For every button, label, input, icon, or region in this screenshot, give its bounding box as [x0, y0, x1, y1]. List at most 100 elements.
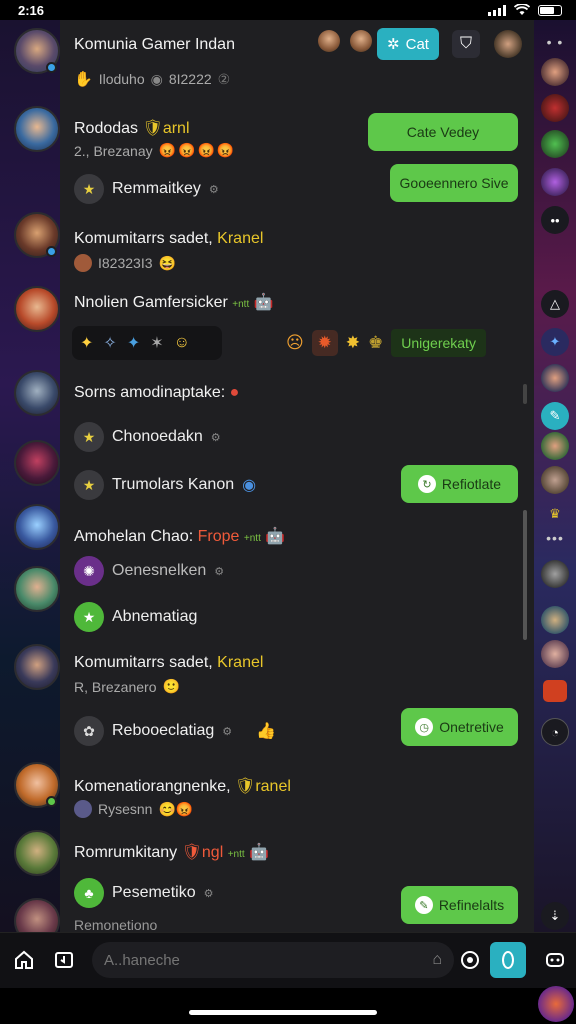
server-icon[interactable] — [541, 168, 569, 196]
more-icon[interactable]: • • — [541, 34, 569, 50]
emoji-reaction: 🤖 — [253, 294, 274, 311]
edit-icon[interactable]: ✎ — [541, 402, 569, 430]
chat-title[interactable]: Sorns amodinaptake: ● — [74, 384, 239, 402]
button-label: Refiotlate — [441, 476, 502, 492]
gooeennero-button[interactable]: Gooeennero Sive — [390, 164, 518, 202]
server-icon[interactable] — [541, 364, 569, 392]
avatar[interactable] — [14, 286, 60, 332]
chat-title[interactable]: Komenatiorangnenke, 🛡ranel — [74, 776, 291, 796]
fire-icon[interactable]: ✹ — [311, 330, 338, 356]
home-icon[interactable] — [10, 946, 38, 974]
chat-tag: 🛡arnl — [142, 120, 190, 137]
chat-title[interactable]: Amohelan Chao: Frope +ntt 🤖 — [74, 526, 285, 546]
list-item[interactable]: ♣ Pesemetiko ⚙ — [74, 878, 213, 908]
star-icon[interactable]: ✶ — [150, 333, 163, 353]
avatar[interactable] — [14, 370, 60, 416]
item-label: Rebooeclatiag — [112, 722, 215, 739]
sparkle-icon[interactable]: ✦ — [541, 328, 569, 356]
tag-label[interactable]: Unigerekaty — [391, 329, 486, 357]
chat-title[interactable]: Komumitarrs sadet, Kranel — [74, 230, 263, 248]
avatar[interactable] — [14, 440, 60, 486]
triangle-icon[interactable]: △ — [541, 290, 569, 318]
list-item[interactable]: ★ Chonoedakn ⚙ — [74, 422, 221, 452]
gamepad-icon[interactable]: ✦ — [80, 333, 93, 353]
list-item[interactable]: ★ Remmaitkey ⚙ — [74, 174, 219, 204]
item-label: Pesemetiko — [112, 884, 196, 901]
member-avatar[interactable] — [350, 30, 372, 52]
chat-title[interactable]: Komumitarrs sadet, Kranel — [74, 654, 263, 672]
clock-icon: ◷ — [415, 718, 434, 736]
status-bar: 2:16 — [0, 0, 576, 20]
chat-subtitle: Rysesnn 😊😡 — [74, 800, 193, 818]
emoji-reaction: 🤖 — [265, 528, 286, 545]
cat-button[interactable]: ✲ Cat — [377, 28, 439, 60]
server-icon[interactable] — [541, 94, 569, 122]
server-icon[interactable] — [541, 466, 569, 494]
emoji-icon[interactable] — [456, 946, 484, 974]
thumbs-up-icon: 👍 — [256, 723, 277, 740]
chat-name: Komumitarrs sadet, — [74, 230, 213, 247]
cat-button-label: Cat — [405, 35, 429, 53]
avatar[interactable] — [14, 830, 60, 876]
shield-icon[interactable]: ⛉ — [452, 30, 480, 58]
list-item[interactable]: ✺ Oenesnelken ⚙ — [74, 556, 224, 586]
trophy-icon[interactable]: ♛ — [541, 500, 569, 528]
home-indicator[interactable] — [189, 1010, 377, 1015]
angry-face-icon[interactable]: ☹ — [286, 333, 304, 353]
list-item[interactable]: ★ Trumolars Kanon ◉ — [74, 470, 256, 500]
refinelalts-button[interactable]: ✎ Refinelalts — [401, 886, 518, 924]
list-item[interactable]: ★ Abnematiag — [74, 602, 197, 632]
scroll-thumb-small[interactable] — [523, 384, 527, 404]
item-label: Remmaitkey — [112, 180, 201, 197]
chat-tag: Frope — [197, 528, 240, 545]
avatar[interactable] — [14, 504, 60, 550]
profile-icon[interactable] — [494, 30, 522, 58]
settings-icon[interactable]: ◔ — [541, 718, 569, 746]
avatar[interactable] — [14, 566, 60, 612]
puzzle-icon[interactable]: ✧ — [103, 333, 116, 353]
refiotlate-button[interactable]: ↻ Refiotlate — [401, 465, 518, 503]
chat-title[interactable]: Nnolien Gamfersicker +ntt 🤖 — [74, 292, 274, 312]
badge-icon: ② — [217, 70, 231, 87]
server-icon[interactable] — [541, 432, 569, 460]
gamepad-icon[interactable] — [541, 946, 569, 974]
sparkle-icon[interactable]: ✦ — [127, 333, 140, 353]
chat-title[interactable]: Romrumkitany 🛡ngl +ntt 🤖 — [74, 842, 269, 862]
profile-avatar[interactable] — [538, 986, 574, 1022]
smile-icon[interactable]: ☺ — [174, 334, 190, 352]
emoji-tray[interactable]: ✦ ✧ ✦ ✶ ☺ — [72, 326, 222, 360]
burst-icon[interactable]: ✸ — [346, 333, 360, 353]
globe-icon: ◉ — [242, 477, 257, 494]
server-icon[interactable] — [543, 680, 567, 702]
dm-icon[interactable]: •• — [541, 206, 569, 234]
cup-icon[interactable]: ♚ — [368, 333, 383, 353]
message-field[interactable] — [104, 951, 433, 969]
emoji-reactions: 😡😡😡😡 — [158, 142, 237, 158]
chat-subtitle-text: R, Brezanero — [74, 678, 157, 695]
server-icon[interactable] — [541, 58, 569, 86]
server-icon[interactable] — [541, 560, 569, 588]
onetretive-button[interactable]: ◷ Onetretive — [401, 708, 518, 746]
scrollbar[interactable] — [523, 510, 527, 640]
more-icon[interactable]: ••• — [541, 530, 569, 546]
list-item-partial[interactable]: Remonetiono — [74, 918, 157, 932]
avatar[interactable] — [14, 644, 60, 690]
chat-title[interactable]: Rododas 🛡arnl — [74, 118, 190, 138]
avatar[interactable] — [14, 106, 60, 152]
server-icon[interactable] — [541, 640, 569, 668]
hand-icon: ✋ — [74, 71, 93, 88]
send-button[interactable] — [490, 942, 526, 978]
server-icon[interactable] — [541, 606, 569, 634]
refresh-icon: ↻ — [417, 475, 436, 493]
attach-icon[interactable]: ⌂ — [432, 951, 442, 969]
cate-vedey-button[interactable]: Cate Vedey — [368, 113, 518, 151]
message-input[interactable]: ⌂ — [92, 942, 454, 978]
list-item[interactable]: ✿ Rebooeclatiag ⚙ 👍 — [74, 716, 276, 746]
group-title[interactable]: Komunia Gamer Indan — [74, 36, 235, 54]
server-icon[interactable] — [541, 130, 569, 158]
down-icon[interactable]: ⇣ — [541, 902, 569, 930]
chat-subtitle-text: 2., Brezanay — [74, 142, 153, 159]
chat-subtitle: 2., Brezanay 😡😡😡😡 — [74, 142, 236, 159]
inbox-icon[interactable] — [50, 946, 78, 974]
member-avatar[interactable] — [318, 30, 340, 52]
